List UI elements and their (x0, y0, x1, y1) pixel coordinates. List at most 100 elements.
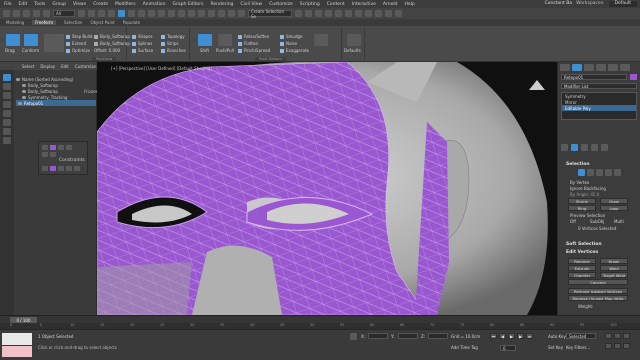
link-icon[interactable] (23, 10, 30, 17)
rendered-frame-window-icon[interactable] (385, 10, 392, 17)
window-crossing-icon[interactable] (108, 10, 115, 17)
loop-button[interactable]: Loop (600, 205, 628, 211)
float-tool-1-icon[interactable] (42, 145, 48, 150)
menu-customize[interactable]: Customize (269, 2, 293, 7)
visibility-eye-icon[interactable] (22, 89, 26, 93)
visibility-eye-icon[interactable] (22, 83, 26, 87)
select-manipulate-icon[interactable] (178, 10, 185, 17)
previous-frame-icon[interactable]: ◀ (499, 333, 506, 339)
viewcube-icon[interactable] (529, 80, 545, 90)
grow-button[interactable]: Grow (600, 198, 628, 204)
defaults-icon[interactable] (347, 34, 361, 46)
play-icon[interactable]: ▶ (508, 333, 515, 339)
keyboard-shortcut-icon[interactable] (188, 10, 195, 17)
selection-filter-dropdown[interactable]: All (53, 10, 75, 17)
display-geometry-icon[interactable] (3, 83, 11, 90)
constraint-surface-icon[interactable] (74, 166, 80, 171)
ribbon-tab-modeling[interactable]: Modeling (6, 20, 24, 25)
orbit-icon[interactable] (614, 343, 621, 349)
select-and-scale-icon[interactable] (138, 10, 145, 17)
create-tab-icon[interactable] (560, 64, 570, 71)
float-tool-5-icon[interactable] (42, 152, 48, 157)
edge-level-icon[interactable] (587, 169, 594, 176)
reference-coordinate-icon[interactable] (158, 10, 165, 17)
menu-content[interactable]: Content (327, 2, 345, 7)
polygon-level-icon[interactable] (605, 169, 612, 176)
noise-button[interactable]: Noise (280, 41, 297, 46)
vertex-level-icon[interactable] (578, 169, 585, 176)
ignore-backfacing-checkbox[interactable]: Ignore Backfacing (570, 186, 606, 191)
chamfer-vertex-button[interactable]: Chamfer (568, 272, 596, 278)
visibility-eye-icon[interactable] (16, 77, 20, 81)
menu-tools[interactable]: Tools (34, 2, 45, 7)
weld-vertex-button[interactable]: Weld (600, 265, 628, 271)
visibility-eye-icon[interactable] (22, 95, 26, 99)
visibility-eye-icon[interactable] (18, 101, 22, 105)
remove-unused-map-verts-button[interactable]: Remove Unused Map Verts (568, 295, 628, 301)
menu-group[interactable]: Group (52, 2, 66, 7)
time-slider-track[interactable]: 0 / 100 (0, 315, 640, 323)
splines-button[interactable]: Splines (132, 41, 152, 46)
optimize-button[interactable]: Optimize (66, 48, 90, 53)
key-filters-button[interactable]: Key Filters... (566, 345, 590, 350)
selection-rollout-title[interactable]: Selection (566, 162, 590, 167)
select-by-name-icon[interactable] (88, 10, 95, 17)
extrude-vertex-button[interactable]: Extrude (568, 265, 596, 271)
auto-key-button[interactable]: Auto Key (548, 334, 566, 339)
display-helpers-icon[interactable] (3, 119, 11, 126)
float-tool-3-icon[interactable] (58, 145, 64, 150)
break-vertex-button[interactable]: Break (600, 258, 628, 264)
shapes-button[interactable]: Shapes (132, 34, 153, 39)
schematic-view-icon[interactable] (355, 10, 362, 17)
explorer-tab-display[interactable]: Display (40, 64, 55, 69)
by-angle-spinner[interactable]: By Angle: 45.0 (570, 192, 599, 197)
rectangular-selection-icon[interactable] (98, 10, 105, 17)
tree-row[interactable]: Retopo01 (16, 100, 96, 106)
push-pull-icon[interactable] (218, 34, 232, 46)
relax-soften-button[interactable]: Relax/Soften (238, 34, 269, 39)
redo-icon[interactable] (13, 10, 20, 17)
remove-isolated-vertices-button[interactable]: Remove Isolated Vertices (568, 288, 628, 294)
add-time-tag-button[interactable]: Add Time Tag (451, 345, 478, 350)
hierarchy-tab-icon[interactable] (584, 64, 594, 71)
select-and-move-icon[interactable] (118, 10, 125, 17)
strips-button[interactable]: Strips (161, 41, 179, 46)
percent-snap-icon[interactable] (218, 10, 225, 17)
maximize-viewport-icon[interactable] (623, 343, 630, 349)
branches-button[interactable]: Branches (161, 48, 186, 53)
object-color-swatch[interactable] (630, 74, 637, 80)
shift-brush-icon[interactable] (198, 34, 212, 46)
bind-space-warp-icon[interactable] (43, 10, 50, 17)
surface-button[interactable]: Surface (132, 48, 153, 53)
align-icon[interactable] (305, 10, 312, 17)
ribbon-tab-selection[interactable]: Selection (64, 20, 82, 25)
pin-stack-icon[interactable] (561, 144, 568, 151)
explorer-tab-customize[interactable]: Customize (75, 64, 96, 69)
display-tab-icon[interactable] (608, 64, 618, 71)
display-shapes-icon[interactable] (3, 92, 11, 99)
utilities-tab-icon[interactable] (620, 64, 630, 71)
explorer-tab-edit[interactable]: Edit (61, 64, 69, 69)
display-lights-icon[interactable] (3, 101, 11, 108)
pan-view-icon[interactable] (605, 343, 612, 349)
soft-selection-rollout-title[interactable]: Soft Selection (566, 242, 602, 247)
zoom-icon[interactable] (605, 333, 612, 339)
smudge-button[interactable]: Smudge (280, 34, 303, 39)
flatten-button[interactable]: Flatten (238, 41, 258, 46)
z-coordinate-field[interactable] (428, 333, 448, 339)
goto-end-icon[interactable]: ⏭ (526, 333, 533, 339)
float-tool-6-icon[interactable] (50, 152, 56, 157)
select-object-icon[interactable] (78, 10, 85, 17)
menu-views[interactable]: Views (73, 2, 86, 7)
ribbon-tab-populate[interactable]: Populate (123, 20, 140, 25)
modifier-stack-item[interactable]: Editable Poly (562, 105, 636, 111)
offset-spinner[interactable]: Offset: 0.000 (94, 48, 120, 53)
make-unique-icon[interactable] (581, 144, 588, 151)
spinner-snap-icon[interactable] (228, 10, 235, 17)
menu-create[interactable]: Create (93, 2, 108, 7)
named-selection-set-field[interactable]: Create Selection Se (248, 9, 292, 19)
workspace-dropdown[interactable]: Default (608, 0, 637, 8)
key-mode-dropdown[interactable]: Selected (566, 333, 596, 339)
select-and-place-icon[interactable] (148, 10, 155, 17)
unlink-icon[interactable] (33, 10, 40, 17)
